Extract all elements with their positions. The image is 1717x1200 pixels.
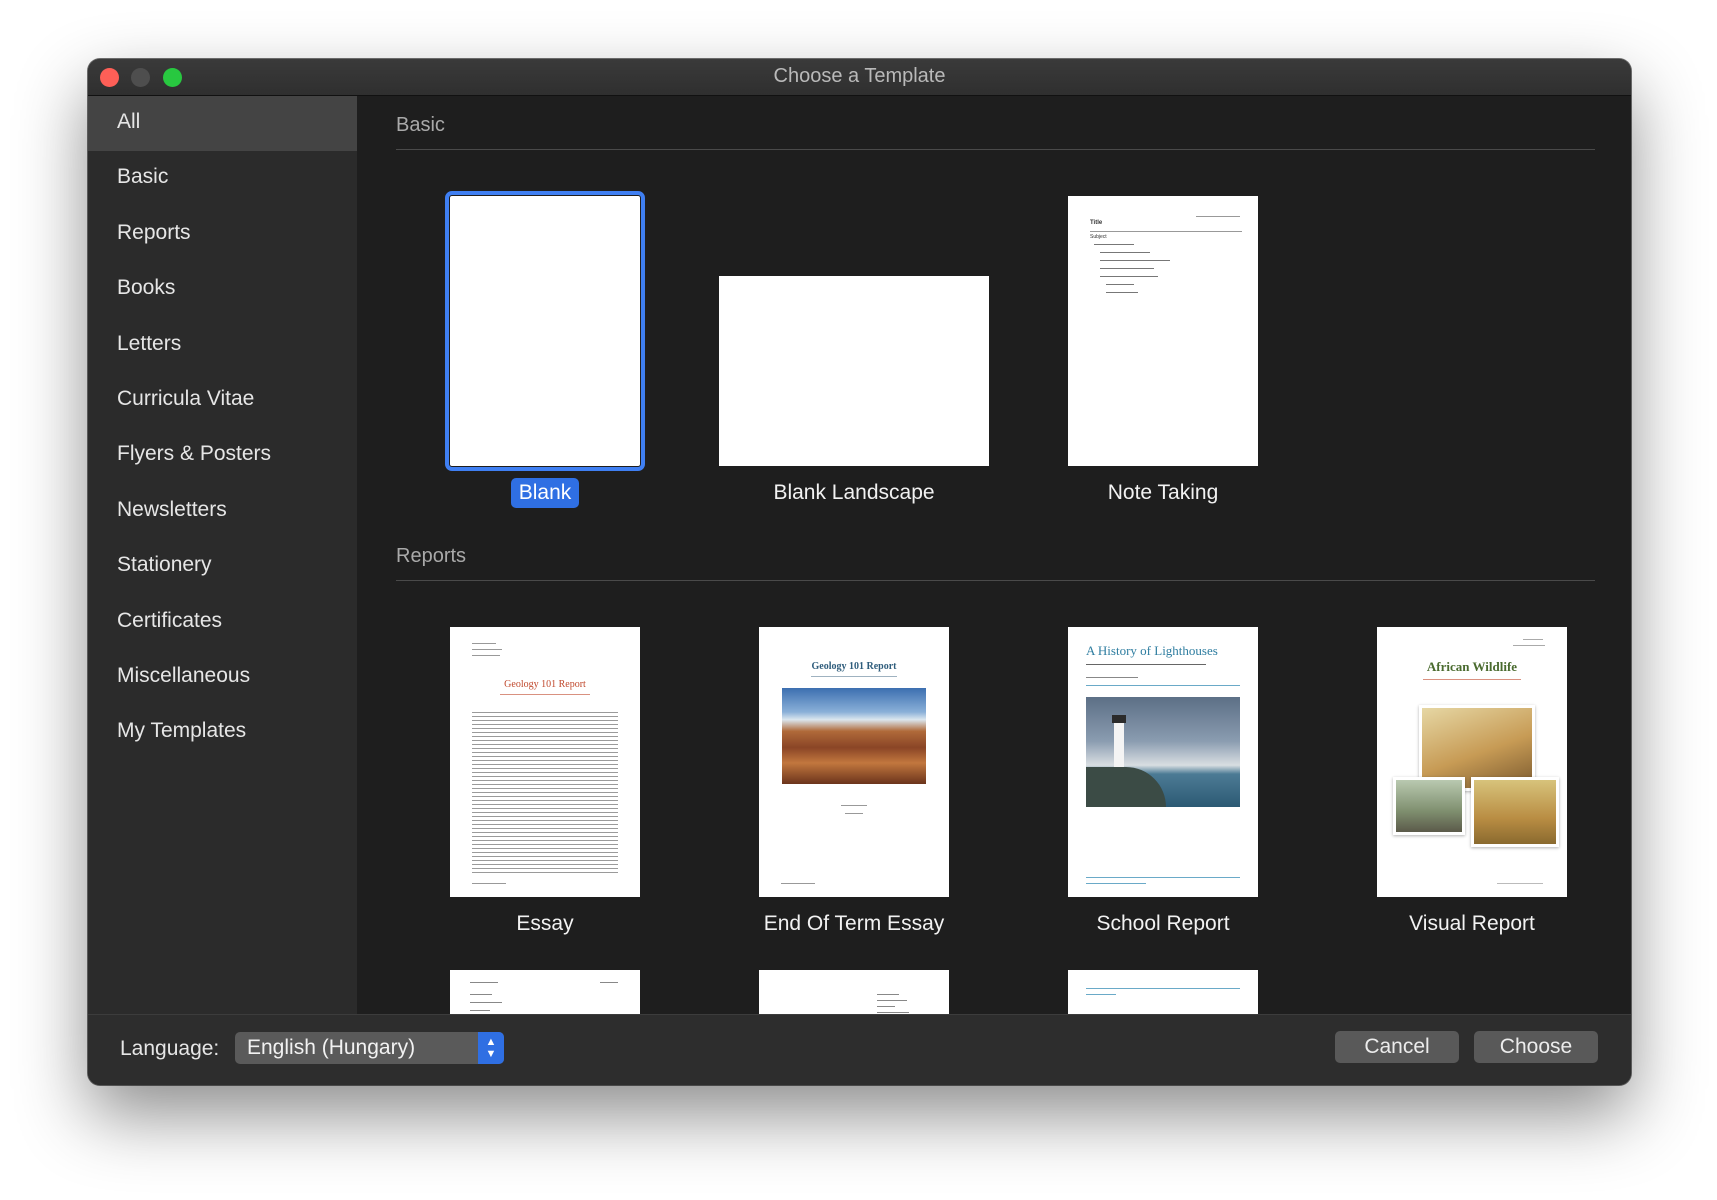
essay-title-text: Geology 101 Report — [504, 679, 586, 690]
sidebar-item-miscellaneous[interactable]: Miscellaneous — [88, 650, 357, 705]
sidebar-item-curricula-vitae[interactable]: Curricula Vitae — [88, 373, 357, 428]
meerkat-photo-icon — [1471, 777, 1559, 847]
sidebar-item-stationery[interactable]: Stationery — [88, 539, 357, 594]
choose-button[interactable]: Choose — [1474, 1031, 1598, 1063]
sidebar-item-my-templates[interactable]: My Templates — [88, 705, 357, 760]
template-label: End Of Term Essay — [763, 912, 945, 935]
template-thumbnail[interactable]: Geology 101 Report — [759, 627, 949, 897]
sidebar-item-all[interactable]: All — [88, 96, 357, 152]
template-essay[interactable]: Geology 101 Report Essay — [420, 615, 670, 939]
template-thumbnail-partial[interactable] — [450, 970, 640, 1014]
sidebar-item-basic[interactable]: Basic — [88, 151, 357, 206]
template-thumbnail[interactable] — [719, 276, 989, 466]
end-term-title-text: Geology 101 Report — [811, 661, 897, 672]
note-title-text: Title — [1090, 220, 1103, 226]
visual-title-text: African Wildlife — [1426, 659, 1518, 674]
language-select[interactable]: English (Hungary) ▲ ▼ — [235, 1032, 504, 1064]
template-thumbnail-partial[interactable] — [1068, 970, 1258, 1014]
template-label: Visual Report — [1409, 912, 1535, 935]
template-blank-landscape[interactable]: Blank Landscape — [719, 184, 989, 508]
template-visual-report[interactable]: African Wildlife Visual Report — [1347, 615, 1597, 939]
school-title-text: A History of Lighthouses — [1086, 643, 1218, 658]
sidebar-item-newsletters[interactable]: Newsletters — [88, 484, 357, 539]
template-gallery: Basic Blank Blank Landscape Title Subjec… — [357, 96, 1631, 1014]
template-thumbnail[interactable]: A History of Lighthouses — [1068, 627, 1258, 897]
elephant-photo-icon — [1393, 777, 1465, 835]
template-blank[interactable]: Blank — [420, 184, 670, 508]
template-chooser-window: Choose a Template All Basic Reports Book… — [88, 59, 1631, 1085]
template-label: Blank Landscape — [773, 481, 935, 504]
footer-bar: Language: English (Hungary) ▲ ▼ Cancel Ch… — [88, 1014, 1631, 1085]
template-end-of-term-essay[interactable]: Geology 101 Report End Of Term Essay — [729, 615, 979, 939]
template-school-report[interactable]: A History of Lighthouses School Report — [1038, 615, 1288, 939]
canyon-photo-icon — [782, 688, 926, 784]
lighthouse-photo-icon — [1086, 697, 1240, 807]
sidebar-item-flyers-posters[interactable]: Flyers & Posters — [88, 428, 357, 483]
section-header-reports: Reports — [396, 545, 1595, 581]
template-note-taking[interactable]: Title Subject Note Taking — [1038, 184, 1288, 508]
language-value: English (Hungary) — [247, 1036, 416, 1059]
window-title: Choose a Template — [773, 65, 946, 87]
template-thumbnail[interactable]: African Wildlife — [1377, 627, 1567, 897]
cancel-button[interactable]: Cancel — [1335, 1031, 1459, 1063]
sidebar-item-reports[interactable]: Reports — [88, 207, 357, 262]
template-thumbnail[interactable] — [445, 191, 645, 471]
title-bar: Choose a Template — [88, 59, 1631, 96]
language-label: Language: — [120, 1037, 220, 1060]
chevron-updown-icon[interactable]: ▲ ▼ — [478, 1032, 504, 1064]
note-subject-text: Subject — [1090, 234, 1107, 240]
template-label: Blank — [510, 478, 580, 508]
sidebar-item-letters[interactable]: Letters — [88, 318, 357, 373]
template-label: Note Taking — [1107, 481, 1219, 504]
template-thumbnail[interactable]: Geology 101 Report — [450, 627, 640, 897]
template-label: School Report — [1096, 912, 1230, 935]
sidebar-item-books[interactable]: Books — [88, 262, 357, 317]
template-label: Essay — [516, 912, 574, 935]
sidebar-item-certificates[interactable]: Certificates — [88, 595, 357, 650]
section-header-basic: Basic — [396, 114, 1595, 150]
category-sidebar: All Basic Reports Books Letters Curricul… — [88, 96, 357, 1014]
template-thumbnail[interactable]: Title Subject — [1068, 196, 1258, 466]
template-thumbnail-partial[interactable] — [759, 970, 949, 1014]
